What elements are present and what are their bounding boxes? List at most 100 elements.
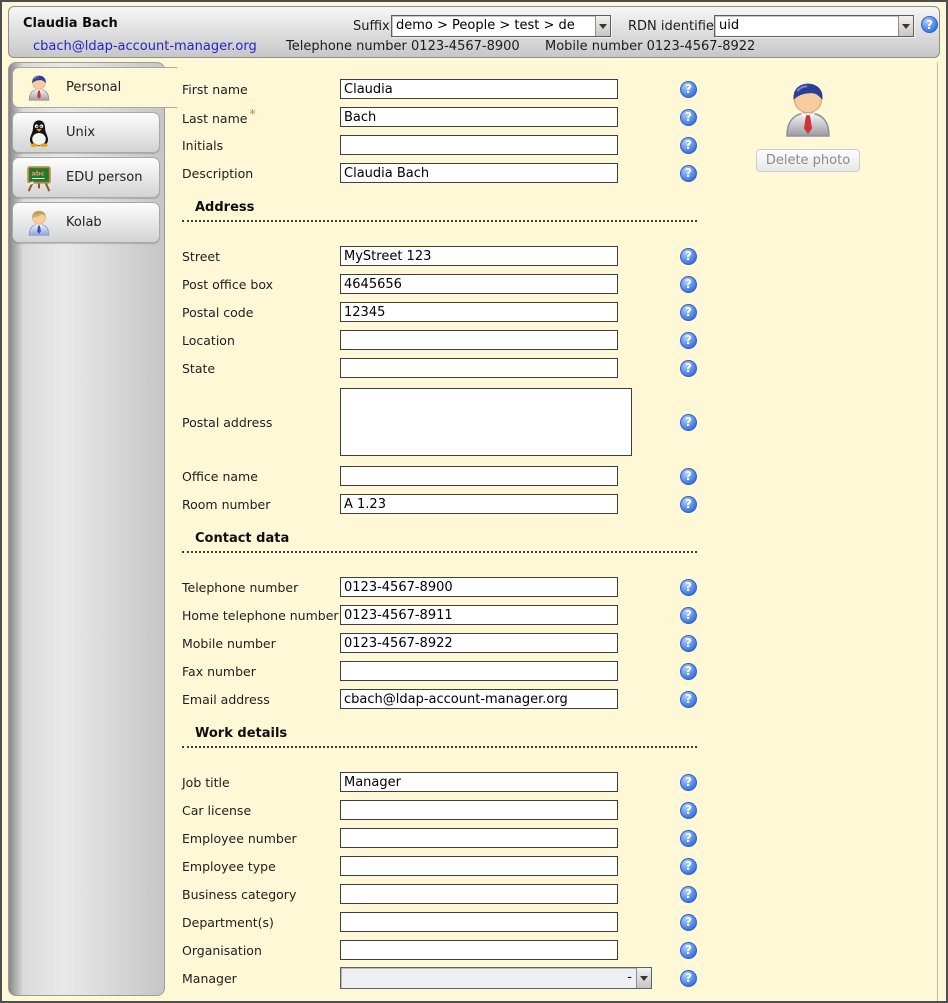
room-number-input[interactable] xyxy=(340,494,618,514)
post-office-box-input[interactable] xyxy=(340,274,618,294)
field-label: Business category xyxy=(182,887,340,902)
postal-code-input[interactable] xyxy=(340,302,618,322)
help-icon[interactable]: ? xyxy=(680,137,697,154)
header-mobile-text: Mobile number 0123-4567-8922 xyxy=(545,39,755,54)
tab-edu-person[interactable]: abc EDU person xyxy=(12,157,160,198)
help-icon[interactable]: ? xyxy=(680,579,697,596)
form-row: Last name* ? xyxy=(182,103,697,131)
help-icon[interactable]: ? xyxy=(680,414,697,431)
help-icon[interactable]: ? xyxy=(680,607,697,624)
question-mark-glyph: ? xyxy=(685,944,692,956)
user-photo-icon xyxy=(776,78,840,142)
fax-number-input[interactable] xyxy=(340,661,618,681)
form-row: Description ? xyxy=(182,159,697,187)
help-icon[interactable]: ? xyxy=(680,109,697,126)
account-name: Claudia Bach xyxy=(23,16,118,31)
tab-kolab[interactable]: Kolab xyxy=(12,202,160,243)
home-telephone-number-input[interactable] xyxy=(340,605,618,625)
first-name-input[interactable] xyxy=(340,79,618,99)
help-icon[interactable]: ? xyxy=(680,496,697,513)
postal-address-textarea[interactable] xyxy=(340,388,632,456)
telephone-number-input[interactable] xyxy=(340,577,618,597)
help-icon[interactable]: ? xyxy=(680,886,697,903)
help-icon[interactable]: ? xyxy=(680,663,697,680)
question-mark-glyph: ? xyxy=(685,609,692,621)
initials-input[interactable] xyxy=(340,135,618,155)
question-mark-glyph: ? xyxy=(685,334,692,346)
help-icon[interactable]: ? xyxy=(680,248,697,265)
location-input[interactable] xyxy=(340,330,618,350)
account-header: Claudia Bach Suffix demo > People > test… xyxy=(8,6,940,58)
email-link[interactable]: cbach@ldap-account-manager.org xyxy=(33,39,257,54)
manager-select-value: - xyxy=(341,968,636,988)
question-mark-glyph: ? xyxy=(685,972,692,984)
field-label: Fax number xyxy=(182,664,340,679)
field-label: Job title xyxy=(182,775,340,790)
form-row: Department(s) ? xyxy=(182,908,697,936)
car-license-input[interactable] xyxy=(340,800,618,820)
help-icon[interactable]: ? xyxy=(680,858,697,875)
help-icon[interactable]: ? xyxy=(680,970,697,987)
question-mark-glyph: ? xyxy=(685,916,692,928)
help-icon[interactable]: ? xyxy=(680,81,697,98)
field-label: Initials xyxy=(182,138,340,153)
chevron-down-icon[interactable] xyxy=(595,16,610,36)
question-mark-glyph: ? xyxy=(685,581,692,593)
question-mark-glyph: ? xyxy=(685,111,692,123)
help-icon[interactable]: ? xyxy=(680,276,697,293)
state-input[interactable] xyxy=(340,358,618,378)
question-mark-glyph: ? xyxy=(685,637,692,649)
help-icon[interactable]: ? xyxy=(680,360,697,377)
tab-unix[interactable]: Unix xyxy=(12,112,160,153)
employee-type-input[interactable] xyxy=(340,856,618,876)
street-input[interactable] xyxy=(340,246,618,266)
help-icon[interactable]: ? xyxy=(680,635,697,652)
email-address-input[interactable] xyxy=(340,689,618,709)
module-tab-bar: Personal Unix abc EDU person xyxy=(8,62,165,996)
job-title-input[interactable] xyxy=(340,772,618,792)
help-icon[interactable]: ? xyxy=(680,691,697,708)
question-mark-glyph: ? xyxy=(685,693,692,705)
form-row: Post office box ? xyxy=(182,270,697,298)
chevron-down-icon[interactable] xyxy=(636,968,651,988)
field-label: Street xyxy=(182,249,340,264)
field-label: Post office box xyxy=(182,277,340,292)
dropdown-arrow-icon xyxy=(640,976,648,981)
question-mark-glyph: ? xyxy=(685,498,692,510)
suffix-select-value: demo > People > test > de xyxy=(392,16,595,36)
last-name-input[interactable] xyxy=(340,107,618,127)
field-label: Manager xyxy=(182,971,340,986)
help-icon[interactable]: ? xyxy=(680,332,697,349)
manager-select[interactable]: - xyxy=(340,967,652,989)
form-row: Initials ? xyxy=(182,131,697,159)
help-icon[interactable]: ? xyxy=(680,830,697,847)
help-icon[interactable]: ? xyxy=(680,468,697,485)
section-work-details: Work details Job title ? Car license ? E… xyxy=(182,726,697,992)
help-icon[interactable]: ? xyxy=(680,914,697,931)
question-mark-glyph: ? xyxy=(685,888,692,900)
business-category-input[interactable] xyxy=(340,884,618,904)
description-input[interactable] xyxy=(340,163,618,183)
field-label: Office name xyxy=(182,469,340,484)
help-icon[interactable]: ? xyxy=(680,165,697,182)
rdn-identifier-label: RDN identifier xyxy=(628,19,719,34)
tab-kolab-label: Kolab xyxy=(66,215,102,230)
office-name-input[interactable] xyxy=(340,466,618,486)
question-mark-glyph: ? xyxy=(685,362,692,374)
chevron-down-icon[interactable] xyxy=(898,16,913,36)
help-icon[interactable]: ? xyxy=(680,802,697,819)
departments-input[interactable] xyxy=(340,912,618,932)
help-icon[interactable]: ? xyxy=(921,16,938,33)
suffix-select[interactable]: demo > People > test > de xyxy=(391,15,611,37)
rdn-identifier-select[interactable]: uid xyxy=(714,15,914,37)
employee-number-input[interactable] xyxy=(340,828,618,848)
mobile-number-input[interactable] xyxy=(340,633,618,653)
help-icon[interactable]: ? xyxy=(680,774,697,791)
form-row: Employee number ? xyxy=(182,824,697,852)
delete-photo-button[interactable]: Delete photo xyxy=(756,149,860,172)
organisation-input[interactable] xyxy=(340,940,618,960)
section-address: Address Street ? Post office box ? Posta… xyxy=(182,200,697,518)
tab-personal[interactable]: Personal xyxy=(12,67,177,108)
help-icon[interactable]: ? xyxy=(680,942,697,959)
help-icon[interactable]: ? xyxy=(680,304,697,321)
